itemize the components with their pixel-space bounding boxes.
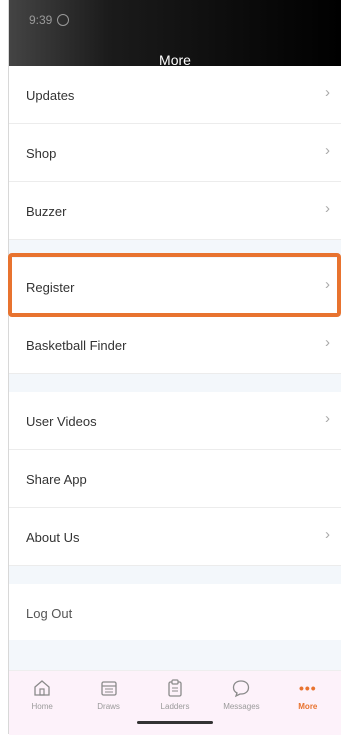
section-divider: [9, 374, 341, 392]
chevron-right-icon: ›: [325, 334, 330, 351]
tab-label: More: [298, 702, 318, 711]
clipboard-icon: [164, 677, 186, 699]
section-divider: [9, 240, 341, 258]
chevron-right-icon: ›: [325, 200, 330, 217]
home-indicator: [137, 721, 213, 724]
menu-item-label: Basketball Finder: [26, 338, 127, 353]
menu-item-about-us[interactable]: About Us ›: [9, 508, 341, 566]
menu-item-label: User Videos: [26, 414, 97, 429]
clock-text: 9:39: [29, 13, 53, 27]
chevron-right-icon: ›: [325, 276, 330, 293]
chevron-right-icon: ›: [325, 142, 330, 159]
menu-item-basketball-finder[interactable]: Basketball Finder ›: [9, 316, 341, 374]
whatsapp-icon: [57, 14, 70, 26]
chevron-right-icon: ›: [325, 410, 330, 427]
menu-item-shop[interactable]: Shop ›: [9, 124, 341, 182]
tab-draws[interactable]: Draws: [75, 671, 141, 735]
status-time: 9:39: [29, 13, 70, 27]
tab-label: Messages: [223, 702, 260, 711]
calendar-icon: [98, 677, 120, 699]
menu-item-user-videos[interactable]: User Videos ›: [9, 392, 341, 450]
menu-item-label: Register: [26, 280, 75, 295]
left-edge: [0, 0, 9, 734]
chevron-right-icon: ›: [325, 526, 330, 543]
menu-item-log-out[interactable]: Log Out: [9, 584, 341, 642]
chat-bubble-icon: [230, 677, 252, 699]
bottom-tab-bar: Home Draws Ladders Messages ••• More: [9, 670, 341, 735]
menu-item-label: Share App: [26, 472, 87, 487]
more-dots-icon: •••: [298, 680, 317, 696]
menu-item-label: Updates: [26, 88, 75, 103]
tab-home[interactable]: Home: [9, 671, 75, 735]
section-divider: [9, 566, 341, 584]
menu-item-register[interactable]: Register ›: [9, 258, 341, 316]
tab-messages[interactable]: Messages: [208, 671, 274, 735]
menu-item-label: Buzzer: [26, 204, 67, 219]
tab-label: Draws: [97, 702, 120, 711]
menu-item-buzzer[interactable]: Buzzer ›: [9, 182, 341, 240]
menu-item-label: About Us: [26, 530, 80, 545]
tab-label: Ladders: [160, 702, 190, 711]
chevron-right-icon: ›: [325, 84, 330, 101]
menu-item-label: Shop: [26, 146, 57, 161]
tab-label: Home: [31, 702, 53, 711]
tab-ladders[interactable]: Ladders: [142, 671, 208, 735]
tab-more[interactable]: ••• More: [275, 671, 341, 735]
menu-item-share-app[interactable]: Share App: [9, 450, 341, 508]
menu-list: Updates › Shop › Buzzer › Register › Bas…: [9, 66, 341, 642]
menu-item-label: Log Out: [26, 606, 73, 621]
menu-item-updates[interactable]: Updates ›: [9, 66, 341, 124]
home-icon: [31, 677, 53, 699]
bottom-spacer: [9, 640, 341, 670]
